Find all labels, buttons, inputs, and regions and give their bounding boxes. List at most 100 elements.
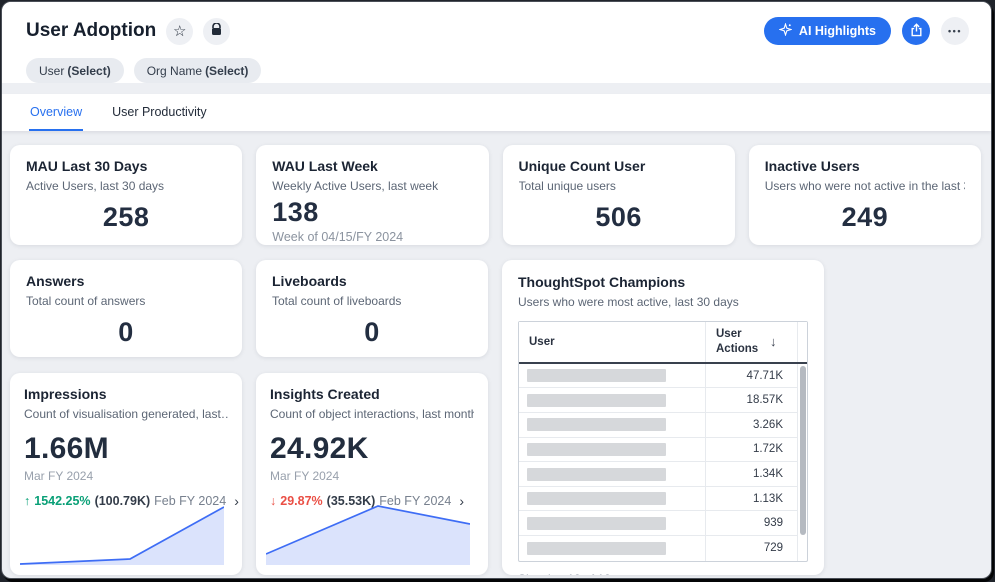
table-row[interactable]: 1.34K <box>519 462 797 487</box>
kpi-period: Mar FY 2024 <box>24 469 228 483</box>
user-actions-cell: 3.26K <box>705 413 797 437</box>
kpi-title: Impressions <box>24 386 228 402</box>
kpi-value: 138 <box>272 197 472 228</box>
kpi-subtitle: Total count of answers <box>26 294 226 308</box>
kpi-card-inactive-users[interactable]: Inactive Users Users who were not active… <box>749 145 981 245</box>
tab-bar: Overview User Productivity <box>2 94 991 131</box>
filter-chip-user[interactable]: User(Select) <box>26 58 124 83</box>
user-actions-cell: 18.57K <box>705 388 797 412</box>
user-cell <box>519 438 705 462</box>
redacted-user-bar <box>527 394 666 407</box>
table-row[interactable]: 729 <box>519 536 797 561</box>
kpi-value: 24.92K <box>270 432 474 466</box>
tab-overview[interactable]: Overview <box>29 94 83 131</box>
trend-card-impressions[interactable]: Impressions Count of visualisation gener… <box>10 373 242 575</box>
table-rows: 47.71K 18.57K 3.26K <box>519 364 797 561</box>
kpi-title: Liveboards <box>272 273 472 289</box>
kpi-title: Answers <box>26 273 226 289</box>
chevron-right-icon[interactable]: › <box>234 494 239 508</box>
redacted-user-bar <box>527 468 666 481</box>
kpi-subtitle: Users who were not active in the last 30… <box>765 179 965 193</box>
header: User Adoption ☆ AI Highlights <box>2 2 991 83</box>
liveboard-window: User Adoption ☆ AI Highlights <box>1 1 992 579</box>
kpi-card-unique-users[interactable]: Unique Count User Total unique users 506 <box>503 145 735 245</box>
kpi-subtitle: Total unique users <box>519 179 719 193</box>
kpi-subtitle: Total count of liveboards <box>272 294 472 308</box>
kpi-subtitle: Active Users, last 30 days <box>26 179 226 193</box>
page-title: User Adoption <box>26 20 156 42</box>
user-cell <box>519 487 705 511</box>
user-cell <box>519 511 705 535</box>
kpi-value: 0 <box>26 317 226 348</box>
kpi-subtitle: Count of object interactions, last month <box>270 407 474 421</box>
kpi-value: 506 <box>519 202 719 233</box>
redacted-user-bar <box>527 542 666 555</box>
insights-sparkline <box>266 505 470 567</box>
kpi-card-mau[interactable]: MAU Last 30 Days Active Users, last 30 d… <box>10 145 242 245</box>
redacted-user-bar <box>527 517 666 530</box>
kpi-caption: Week of 04/15/FY 2024 <box>272 230 472 244</box>
ai-highlights-button[interactable]: AI Highlights <box>764 17 891 45</box>
kpi-subtitle: Count of visualisation generated, last… <box>24 407 228 421</box>
kpi-title: Insights Created <box>270 386 474 402</box>
tab-user-productivity[interactable]: User Productivity <box>111 94 207 131</box>
user-actions-cell: 47.71K <box>705 364 797 388</box>
table-row[interactable]: 1.72K <box>519 438 797 463</box>
filter-user-select: (Select) <box>67 64 110 78</box>
share-icon <box>910 23 923 40</box>
ellipsis-icon: ••• <box>948 26 962 36</box>
table-row[interactable]: 47.71K <box>519 364 797 389</box>
table-row[interactable]: 3.26K <box>519 413 797 438</box>
champions-table: User User Actions ↓ 47.71K <box>518 321 808 562</box>
more-menu-button[interactable]: ••• <box>941 17 969 45</box>
user-actions-cell: 1.34K <box>705 462 797 486</box>
user-actions-cell: 1.72K <box>705 438 797 462</box>
filter-chip-org-name[interactable]: Org Name(Select) <box>134 58 262 83</box>
table-scrollbar[interactable] <box>797 364 807 561</box>
user-cell <box>519 413 705 437</box>
kpi-title: WAU Last Week <box>272 158 472 174</box>
champions-card: ThoughtSpot Champions Users who were mos… <box>502 260 824 575</box>
kpi-value: 258 <box>26 202 226 233</box>
kpi-title: MAU Last 30 Days <box>26 158 226 174</box>
favorite-button[interactable]: ☆ <box>166 18 193 45</box>
lock-button[interactable] <box>203 18 230 45</box>
kpi-title: Inactive Users <box>765 158 965 174</box>
liveboard-content: MAU Last 30 Days Active Users, last 30 d… <box>2 131 991 575</box>
scrollbar-thumb[interactable] <box>800 366 806 536</box>
impressions-sparkline <box>20 505 224 567</box>
user-actions-cell: 1.13K <box>705 487 797 511</box>
user-cell <box>519 388 705 412</box>
kpi-card-liveboards[interactable]: Liveboards Total count of liveboards 0 <box>256 260 488 357</box>
kpi-subtitle: Weekly Active Users, last week <box>272 179 472 193</box>
redacted-user-bar <box>527 369 666 382</box>
table-row-count: Showing 10 of 10 rows <box>518 572 808 575</box>
star-icon: ☆ <box>173 24 186 39</box>
kpi-period: Mar FY 2024 <box>270 469 474 483</box>
kpi-card-answers[interactable]: Answers Total count of answers 0 <box>10 260 242 357</box>
trend-card-insights-created[interactable]: Insights Created Count of object interac… <box>256 373 488 575</box>
filter-org-select: (Select) <box>205 64 248 78</box>
user-cell <box>519 364 705 388</box>
kpi-title: Unique Count User <box>519 158 719 174</box>
filter-org-label: Org Name <box>147 64 202 78</box>
table-row[interactable]: 939 <box>519 511 797 536</box>
column-header-user[interactable]: User <box>519 322 705 362</box>
ai-highlights-label: AI Highlights <box>799 24 876 38</box>
table-row[interactable]: 1.13K <box>519 487 797 512</box>
table-row[interactable]: 18.57K <box>519 388 797 413</box>
champions-subtitle: Users who were most active, last 30 days <box>518 295 808 309</box>
column-header-user-actions[interactable]: User Actions ↓ <box>705 322 797 362</box>
redacted-user-bar <box>527 443 666 456</box>
sort-desc-icon[interactable]: ↓ <box>770 334 777 349</box>
kpi-card-wau[interactable]: WAU Last Week Weekly Active Users, last … <box>256 145 488 245</box>
sparkle-icon <box>779 23 792 39</box>
lock-icon <box>211 23 222 39</box>
share-button[interactable] <box>902 17 930 45</box>
redacted-user-bar <box>527 418 666 431</box>
filter-bar: User(Select) Org Name(Select) <box>26 58 969 83</box>
user-actions-cell: 729 <box>705 536 797 561</box>
redacted-user-bar <box>527 492 666 505</box>
champions-title: ThoughtSpot Champions <box>518 274 808 290</box>
user-cell <box>519 536 705 561</box>
